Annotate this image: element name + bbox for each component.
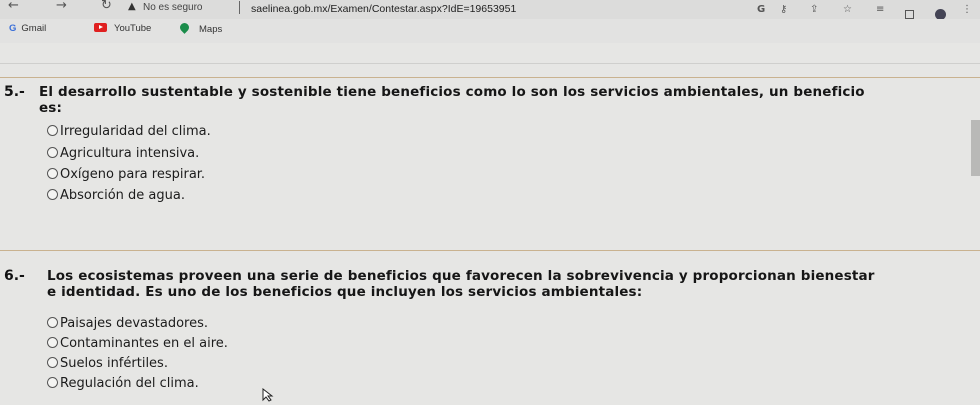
answer-option[interactable]: Paisajes devastadores.	[47, 316, 208, 331]
option-label: Suelos infértiles.	[60, 356, 168, 371]
address-separator	[239, 1, 240, 14]
forward-icon[interactable]: →	[56, 0, 67, 12]
radio-button[interactable]	[47, 337, 58, 348]
bookmark-star-icon[interactable]: ☆	[843, 4, 852, 16]
radio-button[interactable]	[47, 377, 58, 388]
radio-button[interactable]	[47, 125, 58, 136]
bookmark-maps[interactable]: Maps	[178, 21, 223, 35]
question-divider	[0, 77, 980, 78]
browser-toolbar: ← → ↻ ▲ No es seguro saelinea.gob.mx/Exa…	[0, 0, 980, 20]
answer-option[interactable]: Agricultura intensiva.	[47, 146, 199, 161]
question-text: El desarrollo sustentable y sostenible t…	[39, 84, 865, 100]
answer-option[interactable]: Suelos infértiles.	[47, 356, 168, 371]
back-icon[interactable]: ←	[8, 0, 19, 12]
radio-button[interactable]	[47, 168, 58, 179]
bookmark-label: Maps	[199, 24, 223, 35]
maps-icon	[178, 21, 191, 34]
answer-option[interactable]: Absorción de agua.	[47, 188, 185, 203]
question-text-continued: e identidad. Es uno de los beneficios qu…	[47, 284, 643, 300]
side-panel-icon[interactable]	[905, 10, 914, 19]
section-rule	[0, 63, 980, 64]
question-text: Los ecosistemas proveen una serie de ben…	[47, 268, 875, 284]
question-number: 6.-	[4, 268, 25, 284]
bookmark-label: YouTube	[114, 23, 152, 34]
google-icon[interactable]: G	[757, 4, 765, 16]
answer-option[interactable]: Oxígeno para respirar.	[47, 167, 205, 182]
mouse-pointer-icon	[262, 388, 274, 402]
bookmark-gmail[interactable]: G Gmail	[9, 23, 46, 34]
share-icon[interactable]: ⇪	[810, 4, 818, 16]
question-text-continued: es:	[39, 100, 63, 116]
option-label: Agricultura intensiva.	[60, 146, 200, 161]
gmail-icon: G	[9, 23, 17, 34]
option-label: Absorción de agua.	[60, 188, 185, 203]
bookmark-youtube[interactable]: YouTube	[94, 23, 151, 34]
question-number: 5.-	[4, 84, 25, 100]
radio-button[interactable]	[47, 189, 58, 200]
option-label: Oxígeno para respirar.	[60, 167, 206, 182]
option-label: Contaminantes en el aire.	[60, 336, 228, 351]
reading-list-icon[interactable]: ≡	[876, 4, 884, 16]
menu-icon[interactable]: ⋮	[962, 4, 972, 16]
radio-button[interactable]	[47, 147, 58, 158]
radio-button[interactable]	[47, 317, 58, 328]
answer-option[interactable]: Contaminantes en el aire.	[47, 336, 228, 351]
radio-button[interactable]	[47, 357, 58, 368]
key-icon[interactable]: ⚷	[780, 4, 787, 16]
answer-option[interactable]: Regulación del clima.	[47, 376, 199, 391]
bookmark-label: Gmail	[21, 23, 47, 34]
reload-icon[interactable]: ↻	[101, 0, 112, 12]
address-bar[interactable]: saelinea.gob.mx/Examen/Contestar.aspx?Id…	[251, 3, 516, 15]
answer-option[interactable]: Irregularidad del clima.	[47, 124, 211, 139]
scrollbar-thumb[interactable]	[971, 120, 980, 176]
question-divider	[0, 250, 980, 251]
warning-icon[interactable]: ▲	[128, 1, 136, 12]
option-label: Irregularidad del clima.	[60, 124, 211, 139]
option-label: Regulación del clima.	[60, 376, 199, 391]
option-label: Paisajes devastadores.	[60, 316, 209, 331]
youtube-icon	[94, 23, 107, 32]
bookmarks-bar: G Gmail YouTube Maps	[0, 19, 980, 43]
security-status[interactable]: No es seguro	[143, 2, 202, 13]
